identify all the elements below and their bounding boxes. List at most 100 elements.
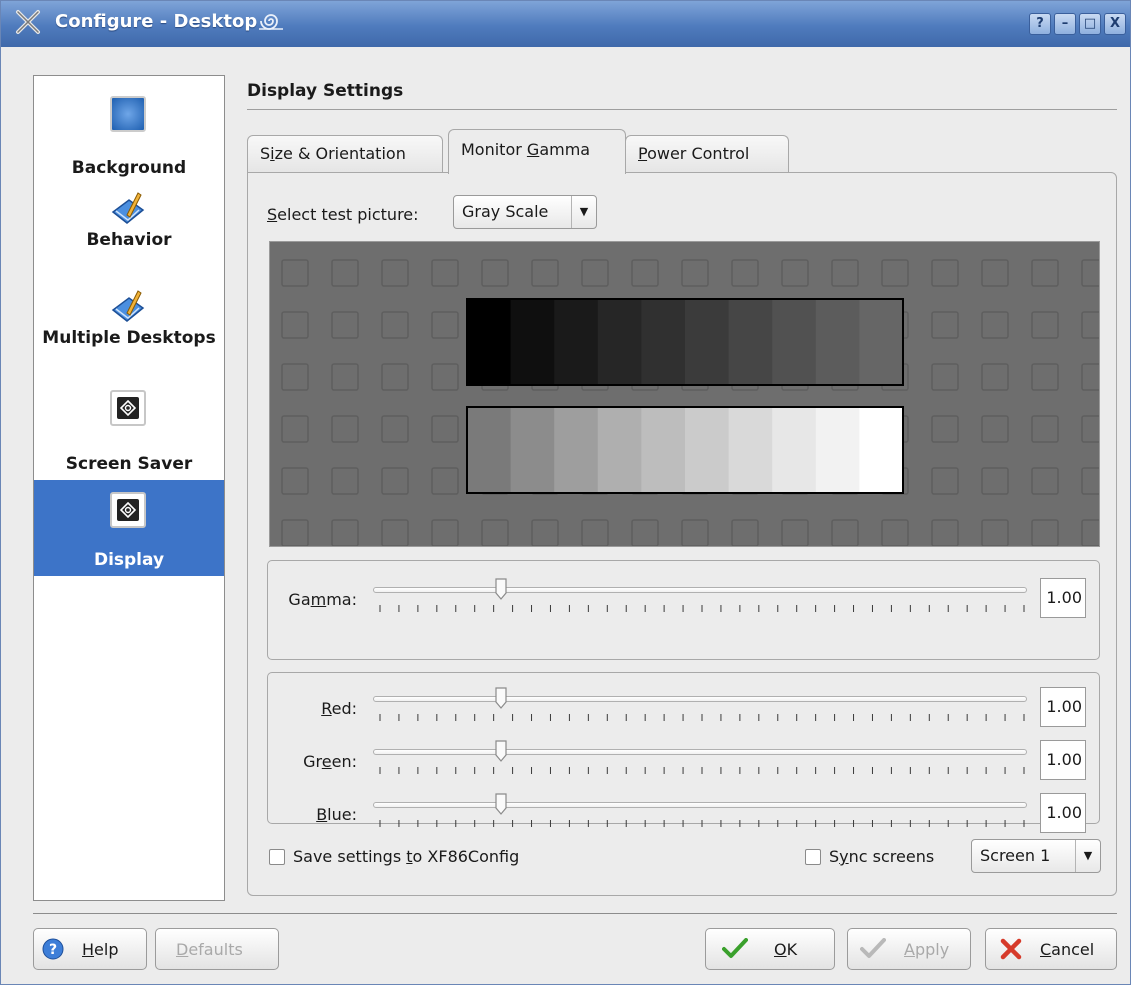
maximize-button[interactable]: □: [1079, 13, 1101, 35]
minimize-button[interactable]: –: [1054, 13, 1076, 35]
sidebar-item-label: Multiple Desktops: [42, 328, 216, 348]
tab-monitor-gamma[interactable]: Monitor Gamma: [448, 129, 626, 174]
blue-row: Blue: 1.00: [268, 793, 1101, 837]
gray-swatch: [597, 299, 642, 385]
defaults-button[interactable]: Defaults: [155, 928, 279, 970]
gray-swatch: [597, 407, 642, 493]
gray-swatch: [685, 299, 730, 385]
slider-ticks: [379, 767, 1025, 774]
close-button[interactable]: X: [1104, 13, 1126, 35]
gamma-test-picture: [269, 241, 1100, 547]
slider-ticks: [379, 820, 1025, 827]
gray-swatch: [772, 407, 817, 493]
sidebar-item-label: Background: [71, 158, 187, 178]
x-app-icon[interactable]: [15, 9, 41, 35]
green-label: Green:: [303, 752, 357, 771]
red-slider-handle[interactable]: [494, 687, 508, 709]
gamma-group: Gamma: 1.00: [267, 560, 1100, 660]
sidebar-item-screen-saver[interactable]: Screen Saver: [34, 384, 224, 480]
tab-size-orientation[interactable]: Size & Orientation: [247, 135, 443, 173]
sidebar-item-label: Screen Saver: [65, 454, 193, 474]
gray-swatch: [859, 299, 904, 385]
gamma-slider[interactable]: [373, 587, 1027, 593]
cancel-icon: [1000, 938, 1022, 960]
red-slider[interactable]: [373, 696, 1027, 702]
cancel-button[interactable]: Cancel: [985, 928, 1117, 970]
save-settings-label: Save settings to XF86Config: [293, 847, 520, 866]
sidebar-item-multiple-desktops[interactable]: Multiple Desktops: [34, 284, 224, 384]
green-slider[interactable]: [373, 749, 1027, 755]
spiral-icon: [259, 14, 283, 30]
sync-screens-label: Sync screens: [829, 847, 935, 866]
red-label: Red:: [321, 699, 357, 718]
sidebar-item-behavior[interactable]: Behavior: [34, 184, 224, 284]
sidebar-item-label: Behavior: [86, 230, 172, 250]
test-picture-value: Gray Scale: [462, 202, 549, 221]
svg-text:?: ?: [49, 942, 57, 958]
slider-ticks: [379, 714, 1025, 721]
blue-slider[interactable]: [373, 802, 1027, 808]
gray-swatch: [467, 407, 512, 493]
multiple-desktops-icon: [111, 290, 145, 322]
gray-swatch: [728, 407, 773, 493]
blue-slider-handle[interactable]: [494, 793, 508, 815]
red-value[interactable]: 1.00: [1040, 687, 1086, 727]
sidebar-item-label: Display: [93, 550, 165, 570]
sidebar-item-background[interactable]: Background: [34, 84, 224, 184]
gray-swatch: [859, 407, 904, 493]
help-button[interactable]: ? Help: [33, 928, 147, 970]
gamma-slider-handle[interactable]: [494, 578, 508, 600]
gray-swatch: [641, 299, 686, 385]
gray-swatch: [554, 407, 599, 493]
blue-label: Blue:: [316, 805, 357, 824]
screen-select[interactable]: Screen 1 ▼: [971, 839, 1101, 873]
slider-ticks: [379, 605, 1025, 612]
gray-swatch: [554, 299, 599, 385]
checkmark-icon: [860, 938, 886, 958]
behavior-icon: [111, 192, 145, 224]
tab-power-control[interactable]: Power Control: [625, 135, 789, 173]
gray-swatch: [510, 299, 555, 385]
blue-value[interactable]: 1.00: [1040, 793, 1086, 833]
window-title: Configure - Desktop: [55, 11, 258, 32]
green-row: Green: 1.00: [268, 740, 1101, 784]
ok-button-label: OK: [774, 940, 798, 959]
gray-swatch: [728, 299, 773, 385]
configure-window: Configure - Desktop ? – □ X Background B…: [0, 0, 1131, 985]
red-row: Red: 1.00: [268, 687, 1101, 731]
chevron-down-icon[interactable]: ▼: [1075, 840, 1100, 872]
help-title-button[interactable]: ?: [1029, 13, 1051, 35]
screen-select-value: Screen 1: [980, 846, 1051, 865]
gray-swatch: [815, 407, 860, 493]
checkmark-icon: [722, 938, 748, 958]
screen-saver-icon: [110, 390, 146, 426]
chevron-down-icon[interactable]: ▼: [571, 196, 596, 228]
rgb-group: Red: 1.00 Green: 1.00 Blue: 1.00: [267, 672, 1101, 833]
test-picture-select[interactable]: Gray Scale ▼: [453, 195, 597, 229]
gamma-label: Gamma:: [288, 590, 357, 609]
help-button-label: Help: [82, 940, 119, 959]
cancel-button-label: Cancel: [1040, 940, 1095, 959]
gray-swatch: [510, 407, 555, 493]
ok-button[interactable]: OK: [705, 928, 835, 970]
help-icon: ?: [42, 938, 64, 960]
save-settings-box[interactable]: [269, 849, 285, 865]
title-bar[interactable]: Configure - Desktop ? – □ X: [1, 1, 1130, 47]
apply-button[interactable]: Apply: [847, 928, 971, 970]
gamma-value[interactable]: 1.00: [1040, 578, 1086, 618]
green-slider-handle[interactable]: [494, 740, 508, 762]
page-title: Display Settings: [247, 81, 404, 101]
background-icon: [110, 96, 146, 132]
display-icon: [110, 492, 146, 528]
sidebar-item-display[interactable]: Display: [34, 480, 224, 576]
module-sidebar: Background Behavior Multiple Desktops Sc…: [33, 75, 225, 901]
green-value[interactable]: 1.00: [1040, 740, 1086, 780]
gray-swatch: [772, 299, 817, 385]
gray-swatch: [641, 407, 686, 493]
defaults-button-label: Defaults: [176, 940, 243, 959]
test-picture-label: Select test picture:: [267, 205, 419, 224]
title-divider: [247, 109, 1117, 110]
gray-swatch: [467, 299, 512, 385]
gray-swatch: [685, 407, 730, 493]
sync-screens-box[interactable]: [805, 849, 821, 865]
